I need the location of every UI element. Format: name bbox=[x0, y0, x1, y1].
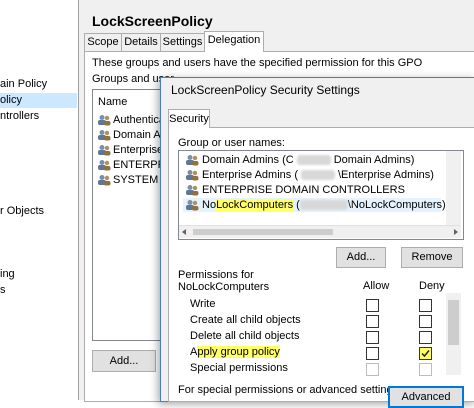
permission-apply-group-policy: Apply group policy bbox=[190, 346, 280, 358]
special-permissions-text: For special permissions or advanced sett… bbox=[178, 384, 402, 396]
checkmark-icon bbox=[421, 350, 430, 358]
name-prefix: Enterprise Admins ( bbox=[202, 169, 298, 181]
allow-create-child-checkbox[interactable] bbox=[366, 315, 379, 328]
list-item[interactable]: Enterprise Admins ( \Enterprise Admins) bbox=[185, 168, 434, 182]
permission-special: Special permissions bbox=[190, 362, 288, 374]
list-item-selected[interactable]: NoLockComputers ( \NoLockComputers) bbox=[183, 198, 446, 212]
tree-item-group-policy-objects[interactable]: r Objects bbox=[0, 204, 44, 219]
list-item-label: SYSTEM bbox=[113, 174, 159, 186]
permission-create-child: Create all child objects bbox=[190, 314, 301, 326]
deny-column-header: Deny bbox=[419, 280, 445, 292]
tree-item-lockscreen-policy[interactable]: olicy bbox=[0, 93, 77, 108]
gpo-title: LockScreenPolicy bbox=[92, 13, 213, 29]
list-item[interactable]: ENTERPRISE DOMAIN CONTROLLERS bbox=[185, 183, 405, 197]
users-icon bbox=[185, 169, 199, 181]
name-label: ENTERPRISE DOMAIN CONTROLLERS bbox=[202, 184, 405, 196]
column-header-name[interactable]: Name bbox=[98, 96, 127, 108]
name-mid: ( bbox=[293, 199, 300, 211]
advanced-button[interactable]: Advanced bbox=[388, 386, 464, 408]
list-item[interactable]: Authenticat bbox=[97, 114, 168, 126]
users-icon bbox=[97, 129, 111, 141]
tree-item-domain-policy[interactable]: ain Policy bbox=[0, 77, 47, 92]
name-suffix: Domain Admins) bbox=[333, 154, 415, 166]
list-item[interactable]: SYSTEM bbox=[97, 174, 158, 186]
group-or-user-names-label: Group or user names: bbox=[178, 137, 285, 149]
delegation-add-button[interactable]: Add... bbox=[92, 350, 156, 372]
list-item[interactable]: Domain Admins (C Domain Admins) bbox=[185, 153, 414, 167]
delegation-description: These groups and users have the specifie… bbox=[92, 57, 423, 69]
console-tree: ain Policy olicy ntrollers r Objects ing… bbox=[0, 0, 79, 400]
users-icon bbox=[185, 184, 199, 196]
users-icon bbox=[97, 114, 111, 126]
allow-apply-group-policy-checkbox[interactable] bbox=[366, 347, 379, 360]
users-icon bbox=[185, 199, 199, 211]
allow-delete-child-checkbox[interactable] bbox=[366, 331, 379, 344]
tab-security[interactable]: Security bbox=[168, 109, 210, 128]
name-prefix: No bbox=[202, 199, 217, 211]
permissions-label-line2: NoLockComputers bbox=[178, 281, 270, 293]
deny-create-child-checkbox[interactable] bbox=[419, 315, 432, 328]
name-suffix: \Enterprise Admins) bbox=[337, 169, 434, 181]
deny-special-checkbox bbox=[419, 363, 432, 376]
tab-delegation[interactable]: Delegation bbox=[204, 31, 264, 52]
permission-delete-child: Delete all child objects bbox=[190, 330, 300, 342]
allow-write-checkbox[interactable] bbox=[366, 299, 379, 312]
add-button[interactable]: Add... bbox=[336, 247, 386, 268]
users-icon bbox=[97, 159, 111, 171]
tree-item-domain-controllers[interactable]: ntrollers bbox=[0, 109, 39, 124]
tab-scope[interactable]: Scope bbox=[84, 33, 122, 51]
permissions-label-line1: Permissions for bbox=[178, 269, 254, 281]
deny-delete-child-checkbox[interactable] bbox=[419, 331, 432, 344]
tree-item-wmi-filtering[interactable]: ing bbox=[0, 267, 15, 282]
permission-write: Write bbox=[190, 298, 216, 310]
users-icon bbox=[185, 154, 199, 166]
tree-item-starter-gpos[interactable]: s bbox=[0, 283, 6, 298]
users-icon bbox=[97, 144, 111, 156]
deny-write-checkbox[interactable] bbox=[419, 299, 432, 312]
redacted-domain bbox=[299, 200, 348, 211]
tab-details[interactable]: Details bbox=[121, 33, 161, 51]
remove-button[interactable]: Remove bbox=[401, 247, 463, 268]
name-suffix: \NoLockComputers) bbox=[347, 199, 446, 211]
users-icon bbox=[97, 174, 111, 186]
permissions-label: Permissions for NoLockComputers bbox=[178, 269, 269, 293]
dialog-title: LockScreenPolicy Security Settings bbox=[171, 83, 360, 97]
deny-apply-group-policy-checkbox[interactable] bbox=[419, 347, 432, 360]
highlighted-name: LockComputers bbox=[216, 199, 294, 211]
allow-special-checkbox bbox=[366, 363, 379, 376]
permissions-scroll-thumb[interactable] bbox=[448, 300, 459, 345]
allow-column-header: Allow bbox=[363, 280, 390, 292]
redacted-domain bbox=[296, 155, 331, 165]
names-horizontal-scrollbar[interactable] bbox=[179, 225, 461, 238]
name-prefix: Domain Admins (C bbox=[202, 154, 294, 166]
names-vertical-scrollbar[interactable] bbox=[446, 151, 461, 225]
tab-settings[interactable]: Settings bbox=[160, 33, 205, 51]
highlighted-permission: pply group policy bbox=[197, 346, 280, 358]
redacted-domain bbox=[300, 170, 335, 180]
